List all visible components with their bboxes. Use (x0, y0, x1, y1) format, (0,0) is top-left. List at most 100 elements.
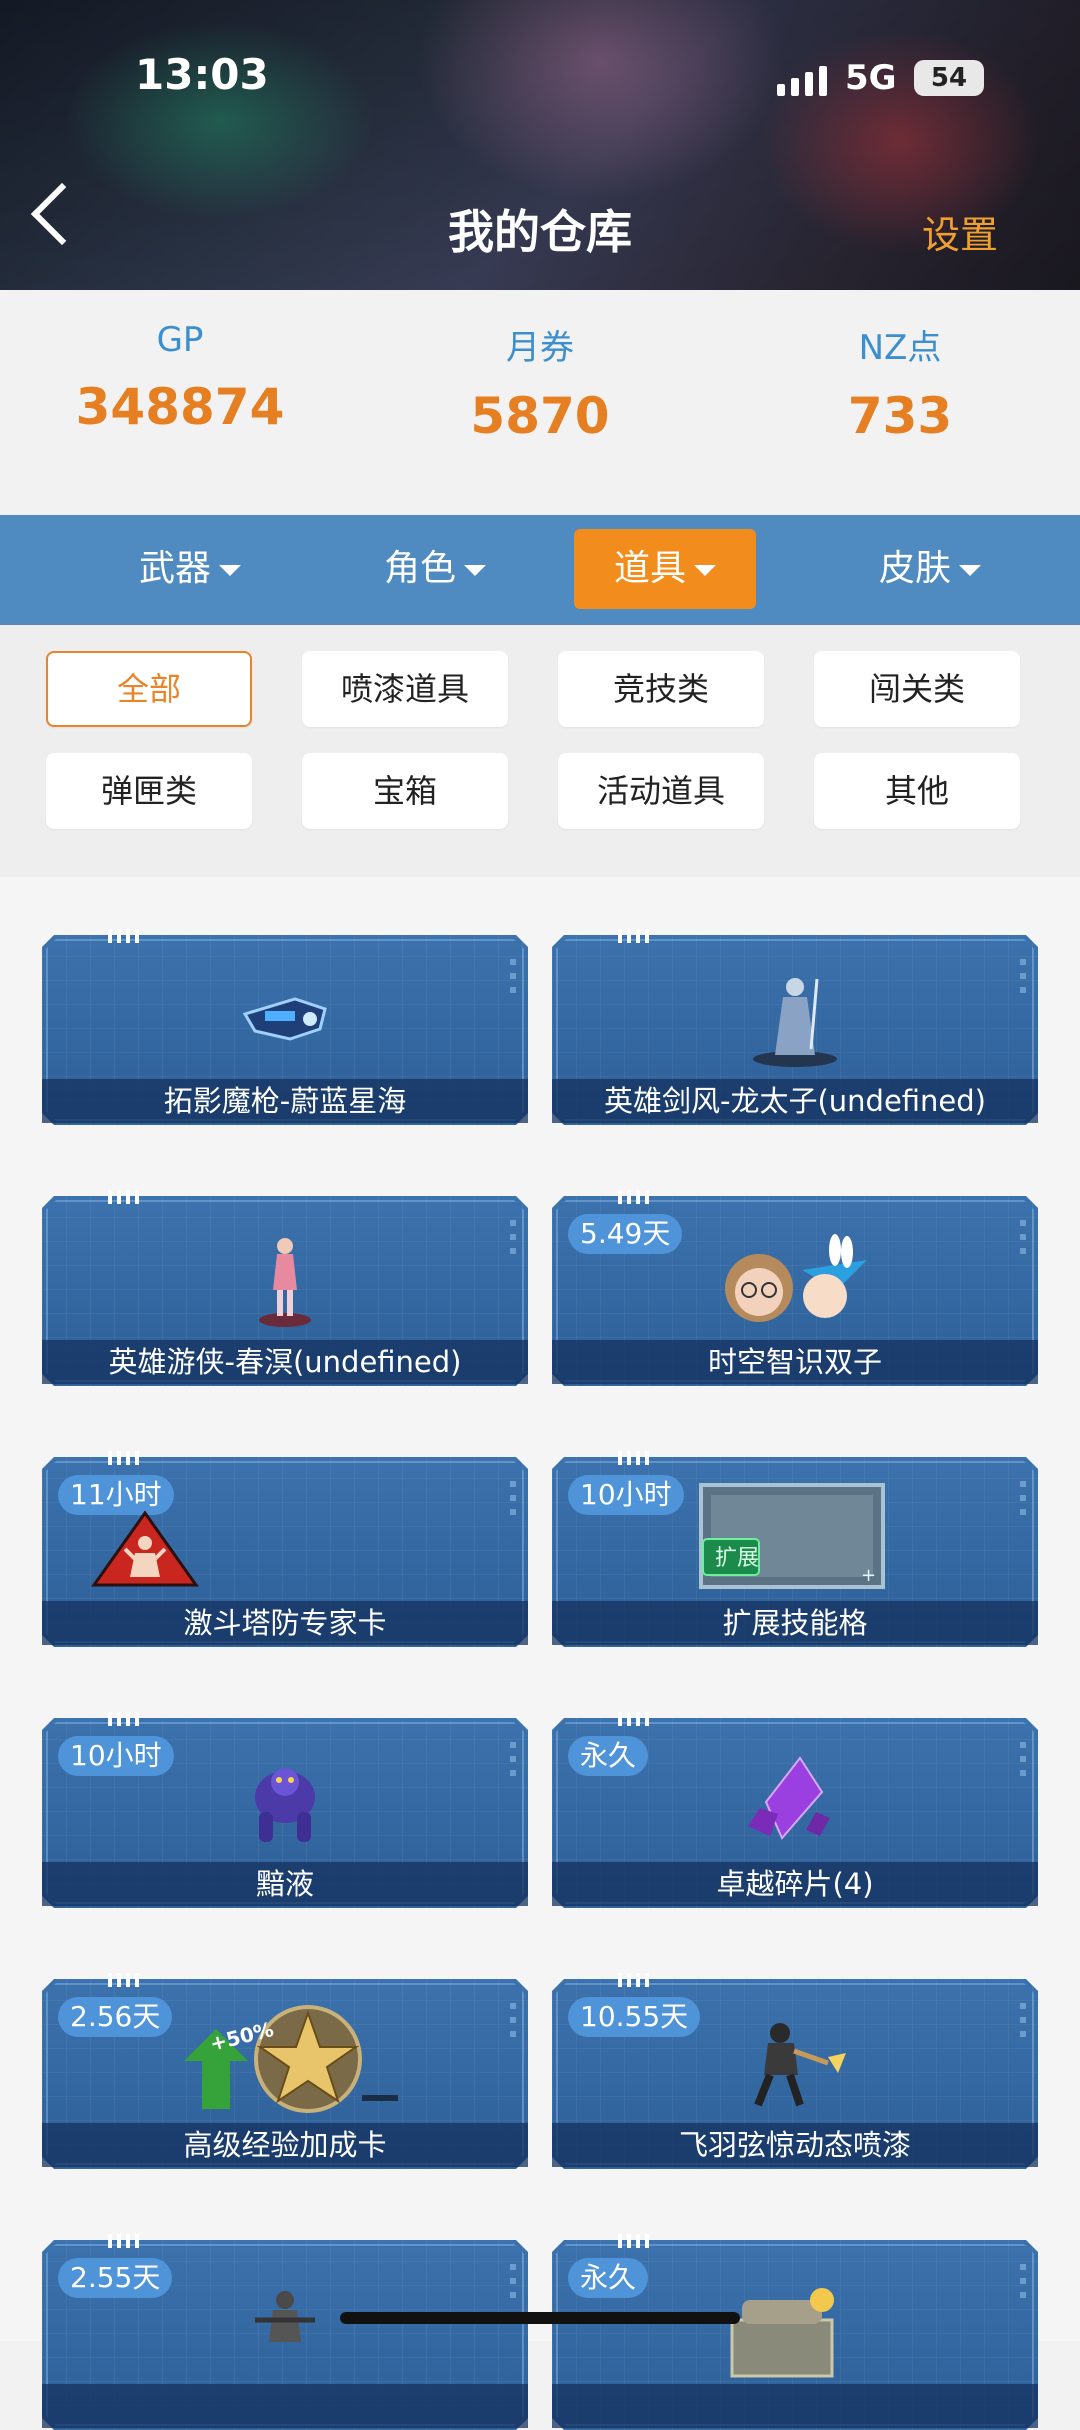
duration-badge: 10小时 (568, 1475, 684, 1515)
settings-button[interactable]: 设置 (922, 204, 998, 259)
monster-icon (235, 1750, 335, 1854)
tab-label: 道具 (613, 548, 686, 589)
card-dots (1020, 959, 1026, 993)
currency-label: 月券 (506, 328, 574, 368)
home-indicator[interactable] (340, 2312, 740, 2324)
chest-icon (712, 2278, 852, 2382)
item-name: 黯液 (42, 1862, 528, 1906)
svg-text:扩展: 扩展 (715, 1546, 759, 1571)
card-ticks (618, 1973, 649, 1987)
item-name: 英雄剑风-龙太子(undefined) (552, 1079, 1038, 1123)
card-dots (510, 1481, 516, 1515)
card-dots (510, 1220, 516, 1254)
category-tabs: 武器 角色 道具 皮肤 (0, 515, 1080, 625)
item-card[interactable]: 10小时 扩展 + 扩展技能格 (552, 1451, 1038, 1647)
filter-chips: 全部 喷漆道具 竞技类 闯关类 弹匣类 宝箱 活动道具 其他 (0, 625, 1080, 877)
card-dots (1020, 1481, 1026, 1515)
card-ticks (108, 929, 139, 943)
battery-icon: 54 (914, 60, 984, 96)
item-name: 卓越碎片(4) (552, 1862, 1038, 1906)
spray-figure-icon (728, 2011, 858, 2115)
dropdown-arrow-icon (959, 564, 981, 576)
card-ticks (618, 929, 649, 943)
filter-event-items[interactable]: 活动道具 (558, 753, 764, 829)
tab-skins[interactable]: 皮肤 (840, 529, 1020, 609)
tab-label: 角色 (383, 548, 456, 589)
item-card[interactable]: 拓影魔枪-蔚蓝星海 (42, 929, 528, 1125)
swordsman-figure-icon (745, 967, 845, 1071)
item-name (552, 2384, 1038, 2428)
item-card[interactable]: 11小时 激斗塔防专家卡 (42, 1451, 528, 1647)
currency-value: 348874 (75, 378, 285, 436)
duration-badge: 2.56天 (58, 1997, 173, 2037)
item-card[interactable]: 5.49天 时空智识双子 (552, 1190, 1038, 1386)
item-card[interactable]: 2.55天 (42, 2234, 528, 2430)
item-card[interactable]: 10.55天 飞羽弦惊动态喷漆 (552, 1973, 1038, 2169)
network-type: 5G (845, 58, 897, 98)
crystal-shard-icon (730, 1750, 850, 1854)
tab-items[interactable]: 道具 (574, 529, 756, 609)
expand-slot-icon: 扩展 + (697, 1481, 887, 1591)
signal-icon (777, 62, 827, 96)
card-dots (1020, 2264, 1026, 2298)
card-ticks (108, 2234, 139, 2248)
item-card[interactable]: 永久 卓越碎片(4) (552, 1712, 1038, 1908)
page-title: 我的仓库 (448, 205, 632, 259)
duration-badge: 10.55天 (568, 1997, 701, 2037)
card-dots (1020, 1220, 1026, 1254)
item-card[interactable]: 英雄游侠-春溟(undefined) (42, 1190, 528, 1386)
duration-badge: 永久 (568, 2258, 649, 2298)
currency-gp: GP 348874 (0, 290, 360, 436)
filter-all[interactable]: 全部 (46, 651, 252, 727)
gun-icon (235, 967, 335, 1071)
filter-chest[interactable]: 宝箱 (302, 753, 508, 829)
filter-spray-items[interactable]: 喷漆道具 (302, 651, 508, 727)
card-ticks (108, 1973, 139, 1987)
card-dots (510, 959, 516, 993)
dropdown-arrow-icon (219, 564, 241, 576)
card-dots (510, 2003, 516, 2037)
item-name: 高级经验加成卡 (42, 2123, 528, 2167)
item-name: 激斗塔防专家卡 (42, 1601, 528, 1645)
tab-weapons[interactable]: 武器 (100, 529, 280, 609)
dropdown-arrow-icon (694, 564, 716, 576)
card-dots (1020, 2003, 1026, 2037)
svg-text:+: + (861, 1565, 876, 1586)
filter-challenge[interactable]: 闯关类 (814, 651, 1020, 727)
card-ticks (618, 1712, 649, 1726)
filter-other[interactable]: 其他 (814, 753, 1020, 829)
duration-badge: 5.49天 (568, 1214, 683, 1254)
currency-label: GP (156, 320, 204, 360)
status-time: 13:03 (135, 50, 269, 99)
card-dots (510, 2264, 516, 2298)
soldier-icon (235, 2278, 335, 2382)
item-card[interactable]: 永久 (552, 2234, 1038, 2430)
card-ticks (618, 1451, 649, 1465)
currency-value: 5870 (470, 387, 610, 445)
item-name: 英雄游侠-春溟(undefined) (42, 1340, 528, 1384)
item-name: 扩展技能格 (552, 1601, 1038, 1645)
currency-monthly-ticket: 月券 5870 (360, 290, 720, 445)
duration-badge: 10小时 (58, 1736, 174, 1776)
item-name: 飞羽弦惊动态喷漆 (552, 2123, 1038, 2167)
tab-label: 武器 (138, 548, 211, 589)
currency-value: 733 (847, 387, 953, 445)
item-card[interactable]: 2.56天 +50% 高级经验加成卡 (42, 1973, 528, 2169)
warning-card-icon (90, 1509, 200, 1589)
card-ticks (108, 1190, 139, 1204)
header-banner: 13:03 5G 54 我的仓库 设置 (0, 0, 1080, 290)
item-card[interactable]: 英雄剑风-龙太子(undefined) (552, 929, 1038, 1125)
star-medal-icon: +50% (162, 1999, 402, 2117)
item-name (42, 2384, 528, 2428)
item-grid: 拓影魔枪-蔚蓝星海 英雄剑风-龙太子(undefined) 英雄游侠-春溟(un… (0, 877, 1080, 2430)
dropdown-arrow-icon (464, 564, 486, 576)
duration-badge: 2.55天 (58, 2258, 173, 2298)
item-card[interactable]: 10小时 黯液 (42, 1712, 528, 1908)
card-ticks (618, 2234, 649, 2248)
filter-competitive[interactable]: 竞技类 (558, 651, 764, 727)
tab-characters[interactable]: 角色 (345, 529, 525, 609)
card-dots (510, 1742, 516, 1776)
card-ticks (108, 1712, 139, 1726)
filter-magazine[interactable]: 弹匣类 (46, 753, 252, 829)
currency-nz-points: NZ点 733 (720, 290, 1080, 445)
